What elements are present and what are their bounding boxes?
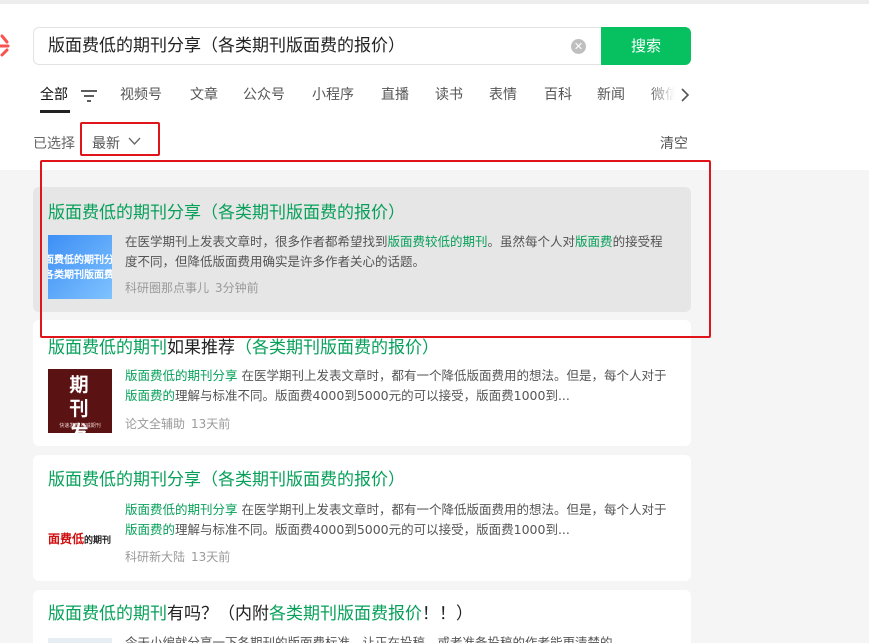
active-tab-underline [40,110,70,113]
result-thumbnail: 面费低的期刊 [48,503,112,567]
result-card[interactable]: 版面费低的期刊如果推荐（各类期刊版面费的报价） 期刊发表 快速发表 权威期刊 版… [33,320,691,446]
search-input[interactable] [48,28,568,64]
tab-encyclopedia[interactable]: 百科 [544,84,572,106]
tab-articles[interactable]: 文章 [190,84,218,106]
tab-live[interactable]: 直播 [381,84,409,106]
clear-filters-link[interactable]: 清空 [660,133,688,153]
tabs-fade [648,82,680,110]
result-meta: 科研新大陆 13天前 [125,548,230,565]
tab-all[interactable]: 全部 [40,84,68,106]
result-time: 13天前 [191,550,231,564]
annotation-highlight-result [40,160,711,338]
filter-icon[interactable] [81,89,97,103]
result-card[interactable]: 版面费低的期刊分享（各类期刊版面费的报价） 面费低的期刊 版面费低的期刊分享 在… [33,455,691,581]
result-snippet: 版面费低的期刊分享 在医学期刊上发表文章时，都有一个降低版面费用的想法。但是，每… [125,368,667,403]
chevron-right-icon[interactable] [679,87,691,103]
result-meta: 论文全辅助 13天前 [125,415,230,432]
result-title[interactable]: 版面费低的期刊分享（各类期刊版面费的报价） [48,468,405,492]
tab-channels[interactable]: 视频号 [120,84,162,106]
result-thumbnail: 期刊发表 快速发表 权威期刊 [48,369,112,433]
wechat-search-logo-icon [0,34,10,57]
result-card[interactable]: 版面费低的期刊有吗？（内附各类期刊版面费报价！！） 今天小编就分享一下各期刊的版… [33,590,691,643]
search-button[interactable]: 搜索 [601,27,691,65]
result-source[interactable]: 科研新大陆 [125,550,185,564]
clear-input-icon[interactable]: ✕ [571,39,586,54]
tab-stickers[interactable]: 表情 [489,84,517,106]
top-divider [0,0,869,4]
annotation-highlight-sort [80,122,160,156]
result-snippet: 今天小编就分享一下各期刊的版面费标准，让正在投稿，或者准备投稿的作者能更清楚的.… [125,635,625,643]
result-source[interactable]: 论文全辅助 [125,417,185,431]
tab-official-accounts[interactable]: 公众号 [243,84,285,106]
result-snippet: 版面费低的期刊分享 在医学期刊上发表文章时，都有一个降低版面费用的想法。但是，每… [125,502,667,537]
result-title[interactable]: 版面费低的期刊有吗？（内附各类期刊版面费报价！！） [48,602,473,626]
filter-selected-label: 已选择 [33,136,75,152]
tab-mini-programs[interactable]: 小程序 [312,84,354,106]
result-title[interactable]: 版面费低的期刊如果推荐（各类期刊版面费的报价） [48,336,439,360]
tab-books[interactable]: 读书 [435,84,463,106]
result-time: 13天前 [191,417,231,431]
search-box: ✕ [33,27,601,65]
tab-news[interactable]: 新闻 [597,84,625,106]
result-thumbnail [48,638,112,643]
